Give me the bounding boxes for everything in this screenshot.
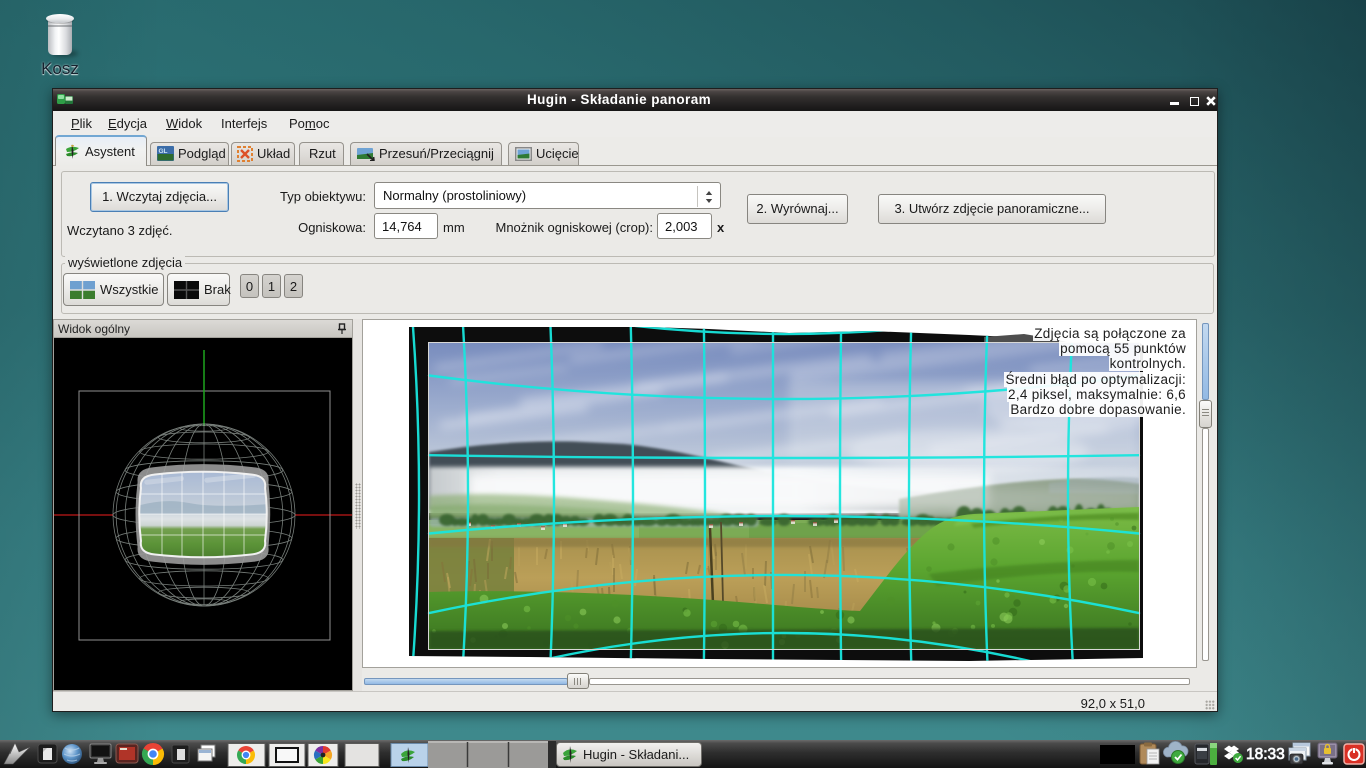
svg-text:18:33: 18:33 bbox=[1246, 746, 1285, 763]
svg-text:GL: GL bbox=[159, 148, 168, 155]
